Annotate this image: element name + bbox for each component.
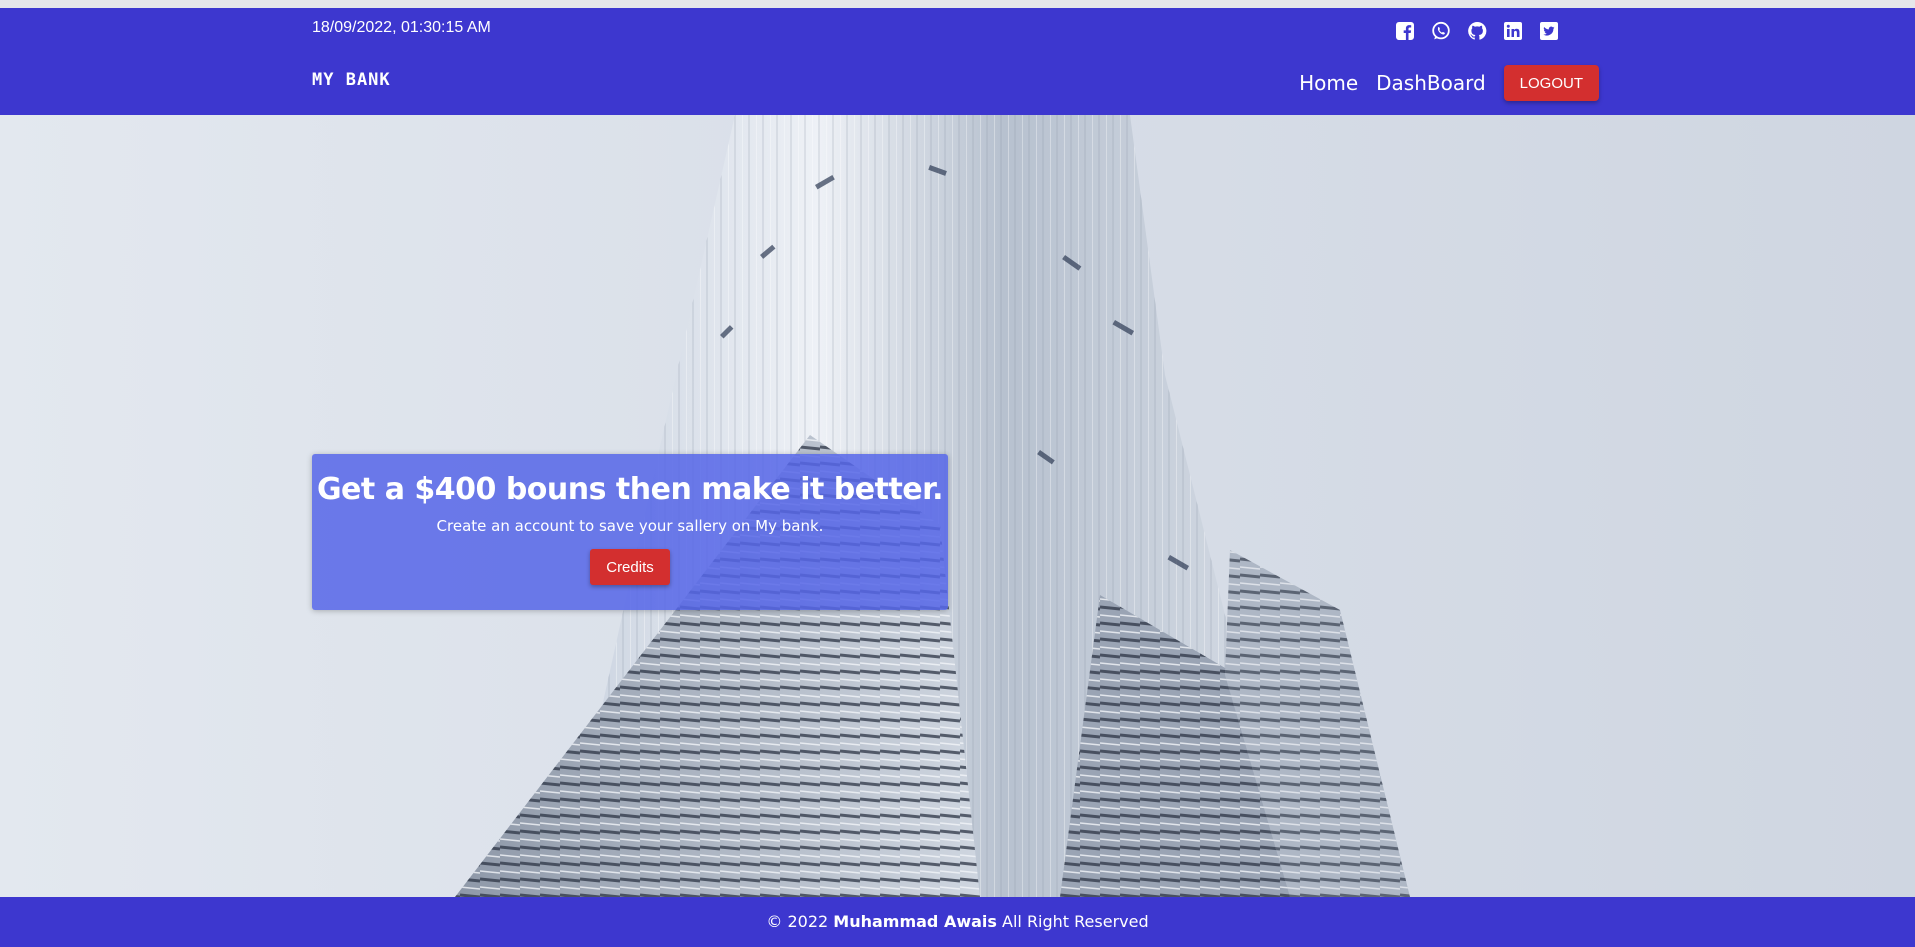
logout-button[interactable]: LOGOUT: [1503, 65, 1599, 101]
promo-headline: Get a $400 bouns then make it better.: [316, 472, 944, 507]
twitter-icon[interactable]: [1539, 21, 1559, 41]
promo-card: Get a $400 bouns then make it better. Cr…: [312, 454, 948, 610]
linkedin-icon[interactable]: [1503, 21, 1523, 41]
footer-rights: All Right Reserved: [1002, 912, 1149, 931]
footer-copyright: © 2022: [766, 912, 829, 931]
skyscraper-background-image: [455, 115, 1410, 897]
brand-logo[interactable]: MY BANK: [312, 70, 391, 90]
footer-author: Muhammad Awais: [833, 912, 997, 931]
credits-button[interactable]: Credits: [590, 549, 670, 585]
browser-top-strip: [0, 0, 1915, 8]
social-links: [1395, 21, 1559, 41]
facebook-icon[interactable]: [1395, 21, 1415, 41]
nav-home-link[interactable]: Home: [1299, 71, 1358, 95]
top-navbar: 18/09/2022, 01:30:15 AM MY BANK Home Das…: [0, 8, 1915, 115]
current-datetime: 18/09/2022, 01:30:15 AM: [312, 19, 491, 36]
nav-dashboard-link[interactable]: DashBoard: [1376, 71, 1486, 95]
promo-subtext: Create an account to save your sallery o…: [436, 517, 824, 535]
whatsapp-icon[interactable]: [1431, 21, 1451, 41]
footer: © 2022 Muhammad Awais All Right Reserved: [0, 897, 1915, 947]
github-icon[interactable]: [1467, 21, 1487, 41]
hero-section: Get a $400 bouns then make it better. Cr…: [0, 115, 1915, 897]
main-nav: Home DashBoard LOGOUT: [1299, 65, 1599, 101]
